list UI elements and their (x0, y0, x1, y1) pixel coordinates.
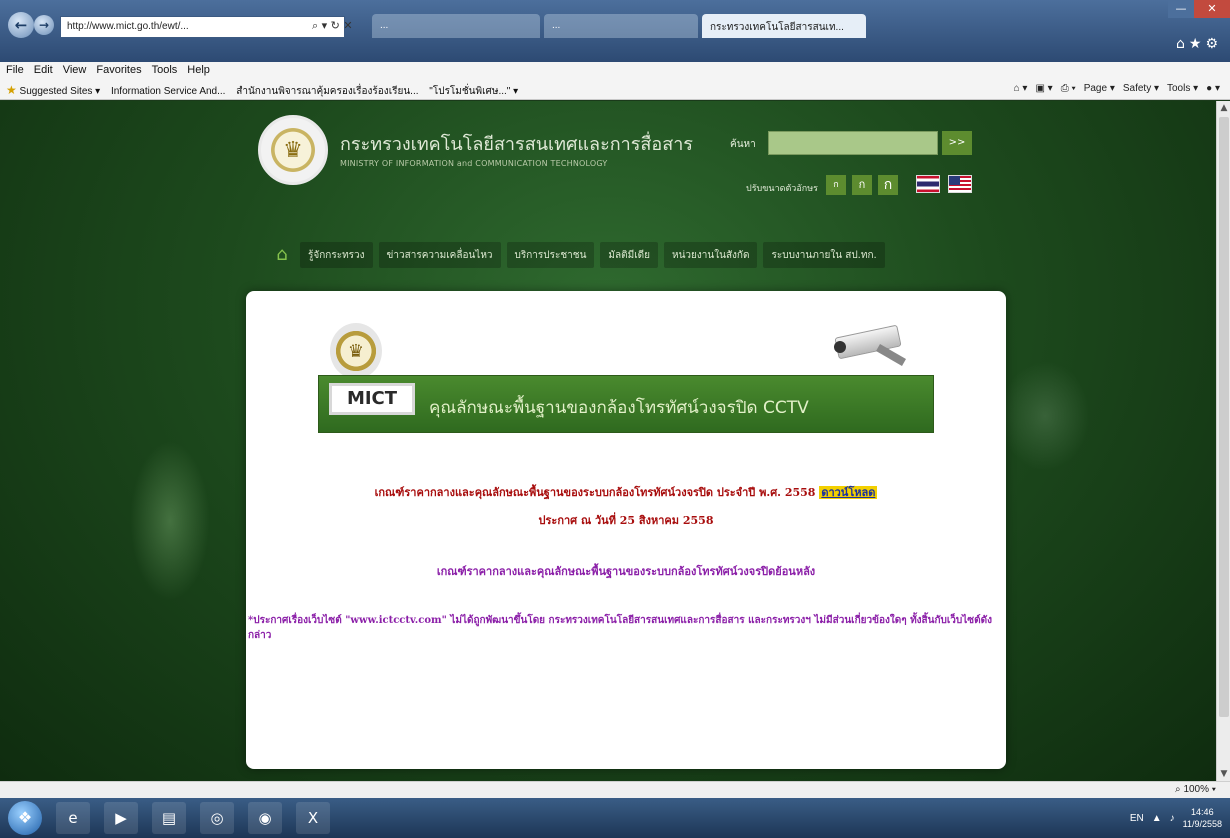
favorites-star-icon[interactable]: ★ (1189, 36, 1206, 52)
cmd-tools[interactable]: Tools ▾ (1167, 83, 1198, 94)
people-silhouette-decoration (1000, 361, 1090, 471)
ministry-emblem-icon: ♛ (330, 323, 382, 379)
home-icon[interactable]: ⌂ (270, 243, 294, 267)
fav-promo-link[interactable]: "โปรโมชั่นพิเศษ..." ▾ (429, 86, 518, 97)
ministry-logo[interactable]: ♛ (258, 115, 328, 185)
page-viewport: ♛ กระทรวงเทคโนโลยีสารสนเทศและการสื่อสาร … (0, 101, 1216, 781)
content-panel: ♛ MICT คุณลักษณะพื้นฐานของกล้องโทรทัศน์ว… (246, 291, 1006, 769)
home-icon[interactable]: ⌂ (1176, 36, 1189, 52)
fav-office-link[interactable]: สำนักงานพิจารณาคุ้มครองเรื่องร้องเรียน..… (236, 86, 418, 97)
nav-agencies[interactable]: หน่วยงานในสังกัด (663, 242, 758, 268)
media-player-icon[interactable]: ▶ (104, 802, 138, 834)
fav-suggested-sites[interactable]: Suggested Sites ▾ (20, 86, 101, 97)
search-input[interactable] (768, 131, 938, 155)
font-size-large-button[interactable]: ก (878, 175, 898, 195)
emblem-icon: ♛ (283, 137, 303, 163)
scroll-up-arrow-icon[interactable]: ▲ (1217, 101, 1230, 115)
cmd-safety[interactable]: Safety ▾ (1123, 83, 1159, 94)
fav-information-service[interactable]: Information Service And... (111, 86, 226, 97)
font-size-label: ปรับขนาดตัวอักษร (746, 184, 818, 194)
nav-multimedia[interactable]: มัลติมีเดีย (600, 242, 658, 268)
clock-date: 11/9/2558 (1182, 819, 1222, 829)
menu-help[interactable]: Help (187, 64, 210, 78)
nav-news[interactable]: ข่าวสารความเคลื่อนไหว (378, 242, 501, 268)
cmd-page[interactable]: Page ▾ (1084, 83, 1115, 94)
clock-time: 14:46 (1191, 807, 1214, 817)
nav-services[interactable]: บริการประชาชน (506, 242, 595, 268)
favorites-star-icon[interactable]: ★ (6, 83, 17, 97)
system-tray: EN ▲ ♪ 14:46 11/9/2558 (1130, 804, 1222, 832)
search-button[interactable]: >> (942, 131, 972, 155)
windows-taskbar: ❖ e ▶ ▤ ◎ ◉ X EN ▲ ♪ 14:46 11/9/2558 (0, 798, 1230, 838)
main-nav: ⌂ รู้จักกระทรวง ข่าวสารความเคลื่อนไหว บร… (270, 241, 885, 269)
menu-view[interactable]: View (63, 64, 87, 78)
ie-icon[interactable]: e (56, 802, 90, 834)
excel-icon[interactable]: X (296, 802, 330, 834)
search-label: ค้นหา (730, 139, 756, 150)
download-link[interactable]: ดาวน์โหลด (819, 486, 878, 499)
banner-title: คุณลักษณะพื้นฐานของกล้องโทรทัศน์วงจรปิด … (429, 398, 809, 418)
zoom-icon[interactable]: ⌕ (1175, 784, 1181, 795)
tab-2[interactable]: ... (544, 14, 698, 38)
us-flag-icon[interactable] (948, 175, 972, 193)
gear-icon[interactable]: ⚙ (1205, 36, 1222, 52)
site-subtitle: MINISTRY OF INFORMATION and COMMUNICATIO… (340, 159, 608, 168)
firefox-icon[interactable]: ◉ (248, 802, 282, 834)
nav-about[interactable]: รู้จักกระทรวง (300, 242, 373, 268)
command-bar: ⌂ ▾ ▣ ▾ ⎙ ▾ Page ▾ Safety ▾ Tools ▾ ● ▾ (1014, 83, 1220, 94)
network-icon[interactable]: ▲ (1152, 813, 1162, 824)
criteria-2558-line: เกณฑ์ราคากลางและคุณลักษณะพื้นฐานของระบบก… (246, 483, 1006, 501)
thailand-map-decoration (130, 441, 210, 601)
home-page-icon[interactable]: ⌂ ▾ (1014, 83, 1028, 94)
feeds-icon[interactable]: ▣ ▾ (1035, 83, 1052, 94)
font-size-small-button[interactable]: ก (826, 175, 846, 195)
back-button[interactable]: ← (8, 12, 34, 38)
nav-internal[interactable]: ระบบงานภายใน สป.ทก. (763, 242, 885, 268)
close-window-button[interactable]: ✕ (1194, 0, 1230, 18)
menu-bar: File Edit View Favorites Tools Help (0, 62, 1230, 80)
explorer-icon[interactable]: ▤ (152, 802, 186, 834)
zoom-level[interactable]: 100% (1183, 784, 1209, 795)
menu-tools[interactable]: Tools (152, 64, 178, 78)
forward-button[interactable]: → (34, 15, 54, 35)
disclaimer-note: *ประกาศเรื่องเว็บไซต์ "www.ictcctv.com" … (248, 615, 992, 641)
window-controls: — ✕ (1168, 0, 1230, 20)
address-bar[interactable]: http://www.mict.go.th/ewt/... (60, 16, 345, 38)
vertical-scrollbar[interactable]: ▲ ▼ (1216, 101, 1230, 781)
announcement-date: ประกาศ ณ วันที่ 25 สิงหาคม 2558 (538, 514, 714, 527)
font-size-medium-button[interactable]: ก (852, 175, 872, 195)
clock[interactable]: 14:46 11/9/2558 (1183, 806, 1222, 830)
chrome-icon[interactable]: ◎ (200, 802, 234, 834)
cctv-banner: MICT คุณลักษณะพื้นฐานของกล้องโทรทัศน์วงจ… (318, 375, 934, 433)
address-tools[interactable]: ⌕ ▾ ↻ ✕ (312, 19, 353, 33)
cctv-camera-icon (834, 324, 910, 369)
volume-icon[interactable]: ♪ (1170, 813, 1175, 824)
menu-file[interactable]: File (6, 64, 24, 78)
status-bar: ⌕ 100% ▾ (0, 781, 1230, 798)
scroll-down-arrow-icon[interactable]: ▼ (1217, 767, 1230, 781)
tab-active[interactable]: กระทรวงเทคโนโลยีสารสนเท... (702, 14, 866, 38)
menu-edit[interactable]: Edit (34, 64, 53, 78)
thai-flag-icon[interactable] (916, 175, 940, 193)
scroll-thumb[interactable] (1219, 117, 1229, 717)
print-icon[interactable]: ⎙ ▾ (1061, 83, 1076, 94)
minimize-button[interactable]: — (1168, 0, 1194, 18)
mict-label: MICT (329, 383, 415, 415)
help-icon[interactable]: ● ▾ (1206, 83, 1220, 94)
toolbar-icons: ⌂★⚙ (1176, 36, 1222, 52)
site-title: กระทรวงเทคโนโลยีสารสนเทศและการสื่อสาร (340, 134, 693, 155)
criteria-2558-text: เกณฑ์ราคากลางและคุณลักษณะพื้นฐานของระบบก… (374, 486, 816, 499)
tab-1[interactable]: ... (372, 14, 540, 38)
language-indicator[interactable]: EN (1130, 813, 1144, 824)
browser-title-bar: ← → http://www.mict.go.th/ewt/... ⌕ ▾ ↻ … (0, 0, 1230, 62)
criteria-archive-link[interactable]: เกณฑ์ราคากลางและคุณลักษณะพื้นฐานของระบบก… (246, 562, 1006, 580)
menu-favorites[interactable]: Favorites (96, 64, 141, 78)
start-button[interactable]: ❖ (8, 801, 42, 835)
